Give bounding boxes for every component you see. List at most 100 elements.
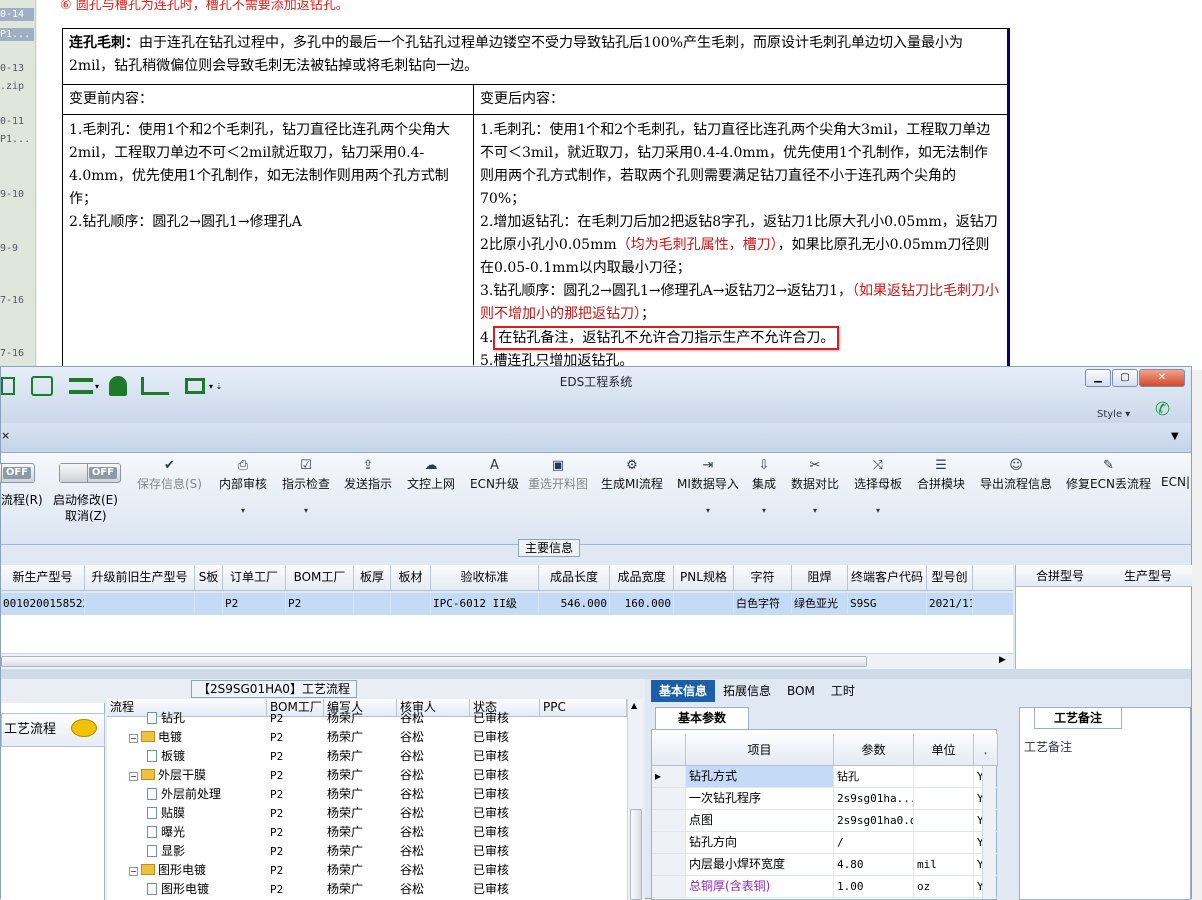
list-item[interactable]: 钻孔 P2 杨荣广 谷松 已审核 — [107, 709, 627, 728]
list-item[interactable]: − 图形电镀 P2 杨荣广 谷松 已审核 — [107, 861, 627, 880]
scroll-right-icon[interactable]: ▶ — [999, 655, 1006, 665]
monitor-icon[interactable] — [185, 378, 206, 394]
table-row[interactable]: 钻孔方向 / Y — [652, 832, 998, 854]
chevron-down-icon[interactable]: ▾ — [219, 506, 267, 515]
ribbon-button[interactable]: ⎙ 内部审核 ▾ — [219, 457, 267, 515]
scroll-up-icon[interactable]: ▲ — [631, 701, 637, 710]
flow-toggle[interactable]: OFF — [0, 463, 35, 483]
expand-icon[interactable]: − — [129, 772, 138, 781]
splitter[interactable] — [1, 669, 1191, 679]
list-item[interactable]: 板镀 P2 杨荣广 谷松 已审核 — [107, 747, 627, 766]
expand-icon[interactable]: − — [129, 734, 138, 743]
grid-icon[interactable] — [1, 377, 15, 395]
scrollbar-thumb[interactable] — [630, 809, 642, 900]
grid-header-cell[interactable]: 字符 — [734, 565, 792, 590]
param-header-cell[interactable] — [652, 734, 686, 765]
tab-basic-params[interactable]: 基本参数 — [655, 707, 749, 729]
horizontal-scrollbar[interactable]: ▶ — [1, 653, 1013, 669]
param-value[interactable]: 2s9sg01ha0.d — [834, 810, 914, 831]
ribbon-button[interactable]: ⚙ 生成MI流程 — [601, 457, 663, 492]
user-icon[interactable] — [109, 376, 128, 396]
ribbon-button[interactable]: ☁ 文控上网 — [407, 457, 455, 492]
ribbon-button[interactable]: ✔ 保存信息(S) — [137, 457, 202, 492]
param-value[interactable]: 4.80 — [834, 854, 914, 875]
grid-header-cell[interactable]: 合拼型号 — [1016, 565, 1104, 586]
tab-process-note[interactable]: 工艺备注 — [1034, 707, 1122, 729]
ribbon-button[interactable]: ▣ 重选开料图 — [528, 457, 588, 492]
chevron-down-icon[interactable]: ▾ — [752, 506, 776, 515]
list-item[interactable]: 曝光 P2 杨荣广 谷松 已审核 — [107, 823, 627, 842]
chevron-down-icon[interactable]: ▾ — [282, 506, 330, 515]
list-icon[interactable] — [69, 378, 93, 394]
ribbon-button[interactable]: ✂ 数据对比 ▾ — [791, 457, 839, 515]
table-row[interactable]: 0010200158522 P2 P2 IPC-6012 II级 546.000 160.… — [1, 593, 1013, 615]
grid-header-cell[interactable]: 板厚 — [354, 565, 391, 590]
table-row[interactable]: 内层最小焊环宽度 4.80 mil Y — [652, 854, 998, 876]
chevron-down-icon[interactable]: ▾ — [791, 506, 839, 515]
grid-header-cell[interactable]: 验收标准 — [431, 565, 539, 590]
list-item[interactable]: − 外层干膜 P2 杨荣广 谷松 已审核 — [107, 766, 627, 785]
ribbon-button[interactable]: ✎ 修复ECN丢流程 — [1066, 457, 1151, 492]
param-value[interactable]: 2s9sg01ha... — [834, 788, 914, 809]
param-value[interactable]: 1.00 — [834, 876, 914, 897]
phone-icon[interactable]: ✆ — [1155, 399, 1170, 420]
list-item[interactable]: − 电镀 P2 杨荣广 谷松 已审核 — [107, 728, 627, 747]
table-row[interactable]: ▸ 钻孔方式 钻孔 Y — [652, 766, 998, 788]
grid-header-cell[interactable]: 终端客户代码 — [848, 565, 927, 590]
grid-header-cell[interactable]: 生产型号 — [1104, 565, 1192, 586]
param-header-cell[interactable]: 项目 — [686, 734, 834, 765]
param-header-cell[interactable]: . — [974, 734, 998, 765]
close-button[interactable]: ✕ — [1139, 369, 1185, 387]
chevron-down-icon[interactable]: ▾ — [95, 382, 99, 391]
style-menu[interactable]: Style ▾ — [1097, 409, 1130, 420]
grid-header-cell[interactable]: 阻焊 — [792, 565, 848, 590]
table-row[interactable]: 总铜厚(含表铜) 1.00 oz Y — [652, 876, 998, 898]
grid-header-cell[interactable]: 新生产型号 — [1, 565, 85, 590]
param-value[interactable]: 钻孔 — [834, 766, 914, 787]
grid-header-cell[interactable]: BOM工厂 — [286, 565, 354, 590]
table-row[interactable]: 点图 2s9sg01ha0.d Y — [652, 810, 998, 832]
copy-icon[interactable] — [31, 376, 53, 396]
list-item[interactable]: 图形电镀 P2 杨荣广 谷松 已审核 — [107, 880, 627, 899]
param-header-cell[interactable]: 参数 — [834, 734, 914, 765]
cancel-label[interactable]: 取消(Z) — [65, 507, 107, 524]
grid-header-cell[interactable]: 成品长度 — [539, 565, 610, 590]
list-item[interactable]: 贴膜 P2 杨荣广 谷松 已审核 — [107, 804, 627, 823]
ribbon-button[interactable]: ⇥ MI数据导入 ▾ — [677, 457, 739, 515]
minimize-button[interactable]: ▁ — [1085, 369, 1111, 387]
chart-icon[interactable] — [141, 377, 170, 395]
grid-header-cell[interactable]: 升级前旧生产型号 — [85, 565, 195, 590]
list-item[interactable]: 外层前处理 P2 杨荣广 谷松 已审核 — [107, 785, 627, 804]
ribbon-button[interactable]: ECN| — [1161, 457, 1190, 489]
vertical-scrollbar[interactable]: ▲ — [627, 699, 643, 900]
customize-icon[interactable]: ▾ ⇣ — [209, 382, 222, 391]
ribbon-button[interactable]: ☑ 指示检查 ▾ — [282, 457, 330, 515]
expand-icon[interactable]: − — [129, 867, 138, 876]
ribbon-button[interactable]: ⇩ 集成 ▾ — [752, 457, 776, 515]
ribbon-button[interactable]: A ECN升级 — [470, 457, 519, 492]
ribbon-button[interactable]: ☰ 合拼模块 — [917, 457, 965, 492]
grid-header-cell[interactable]: PNL规格 — [674, 565, 734, 590]
grid-header-cell[interactable]: 成品宽度 — [610, 565, 674, 590]
grid-header-cell[interactable]: S板 — [195, 565, 223, 590]
tab-3[interactable]: 工时 — [823, 680, 863, 702]
grid-header-cell[interactable]: 板材 — [391, 565, 431, 590]
edit-toggle[interactable]: OFF — [59, 463, 121, 483]
param-value[interactable]: / — [834, 832, 914, 853]
tab-1[interactable]: 拓展信息 — [715, 680, 779, 702]
ribbon-button[interactable]: ⇪ 发送指示 — [344, 457, 392, 492]
scrollbar-thumb[interactable] — [1, 656, 867, 667]
param-header-cell[interactable]: 单位 — [914, 734, 974, 765]
table-row[interactable]: 一次钻孔程序 2s9sg01ha... Y — [652, 788, 998, 810]
tab-0[interactable]: 基本信息 — [651, 680, 716, 702]
grid-header-cell[interactable]: 型号创 — [927, 565, 973, 590]
tab-2[interactable]: BOM — [779, 680, 823, 702]
chevron-down-icon[interactable]: ▾ — [854, 506, 902, 515]
comment-icon[interactable] — [71, 719, 97, 737]
params-scrollbar[interactable] — [982, 766, 996, 899]
maximize-button[interactable]: ▢ — [1112, 369, 1138, 387]
chevron-down-icon[interactable]: ▾ — [677, 506, 739, 515]
grid-header-cell[interactable]: 订单工厂 — [223, 565, 286, 590]
ribbon-button[interactable]: ⤨ 选择母板 ▾ — [854, 457, 902, 515]
list-item[interactable]: 显影 P2 杨荣广 谷松 已审核 — [107, 842, 627, 861]
